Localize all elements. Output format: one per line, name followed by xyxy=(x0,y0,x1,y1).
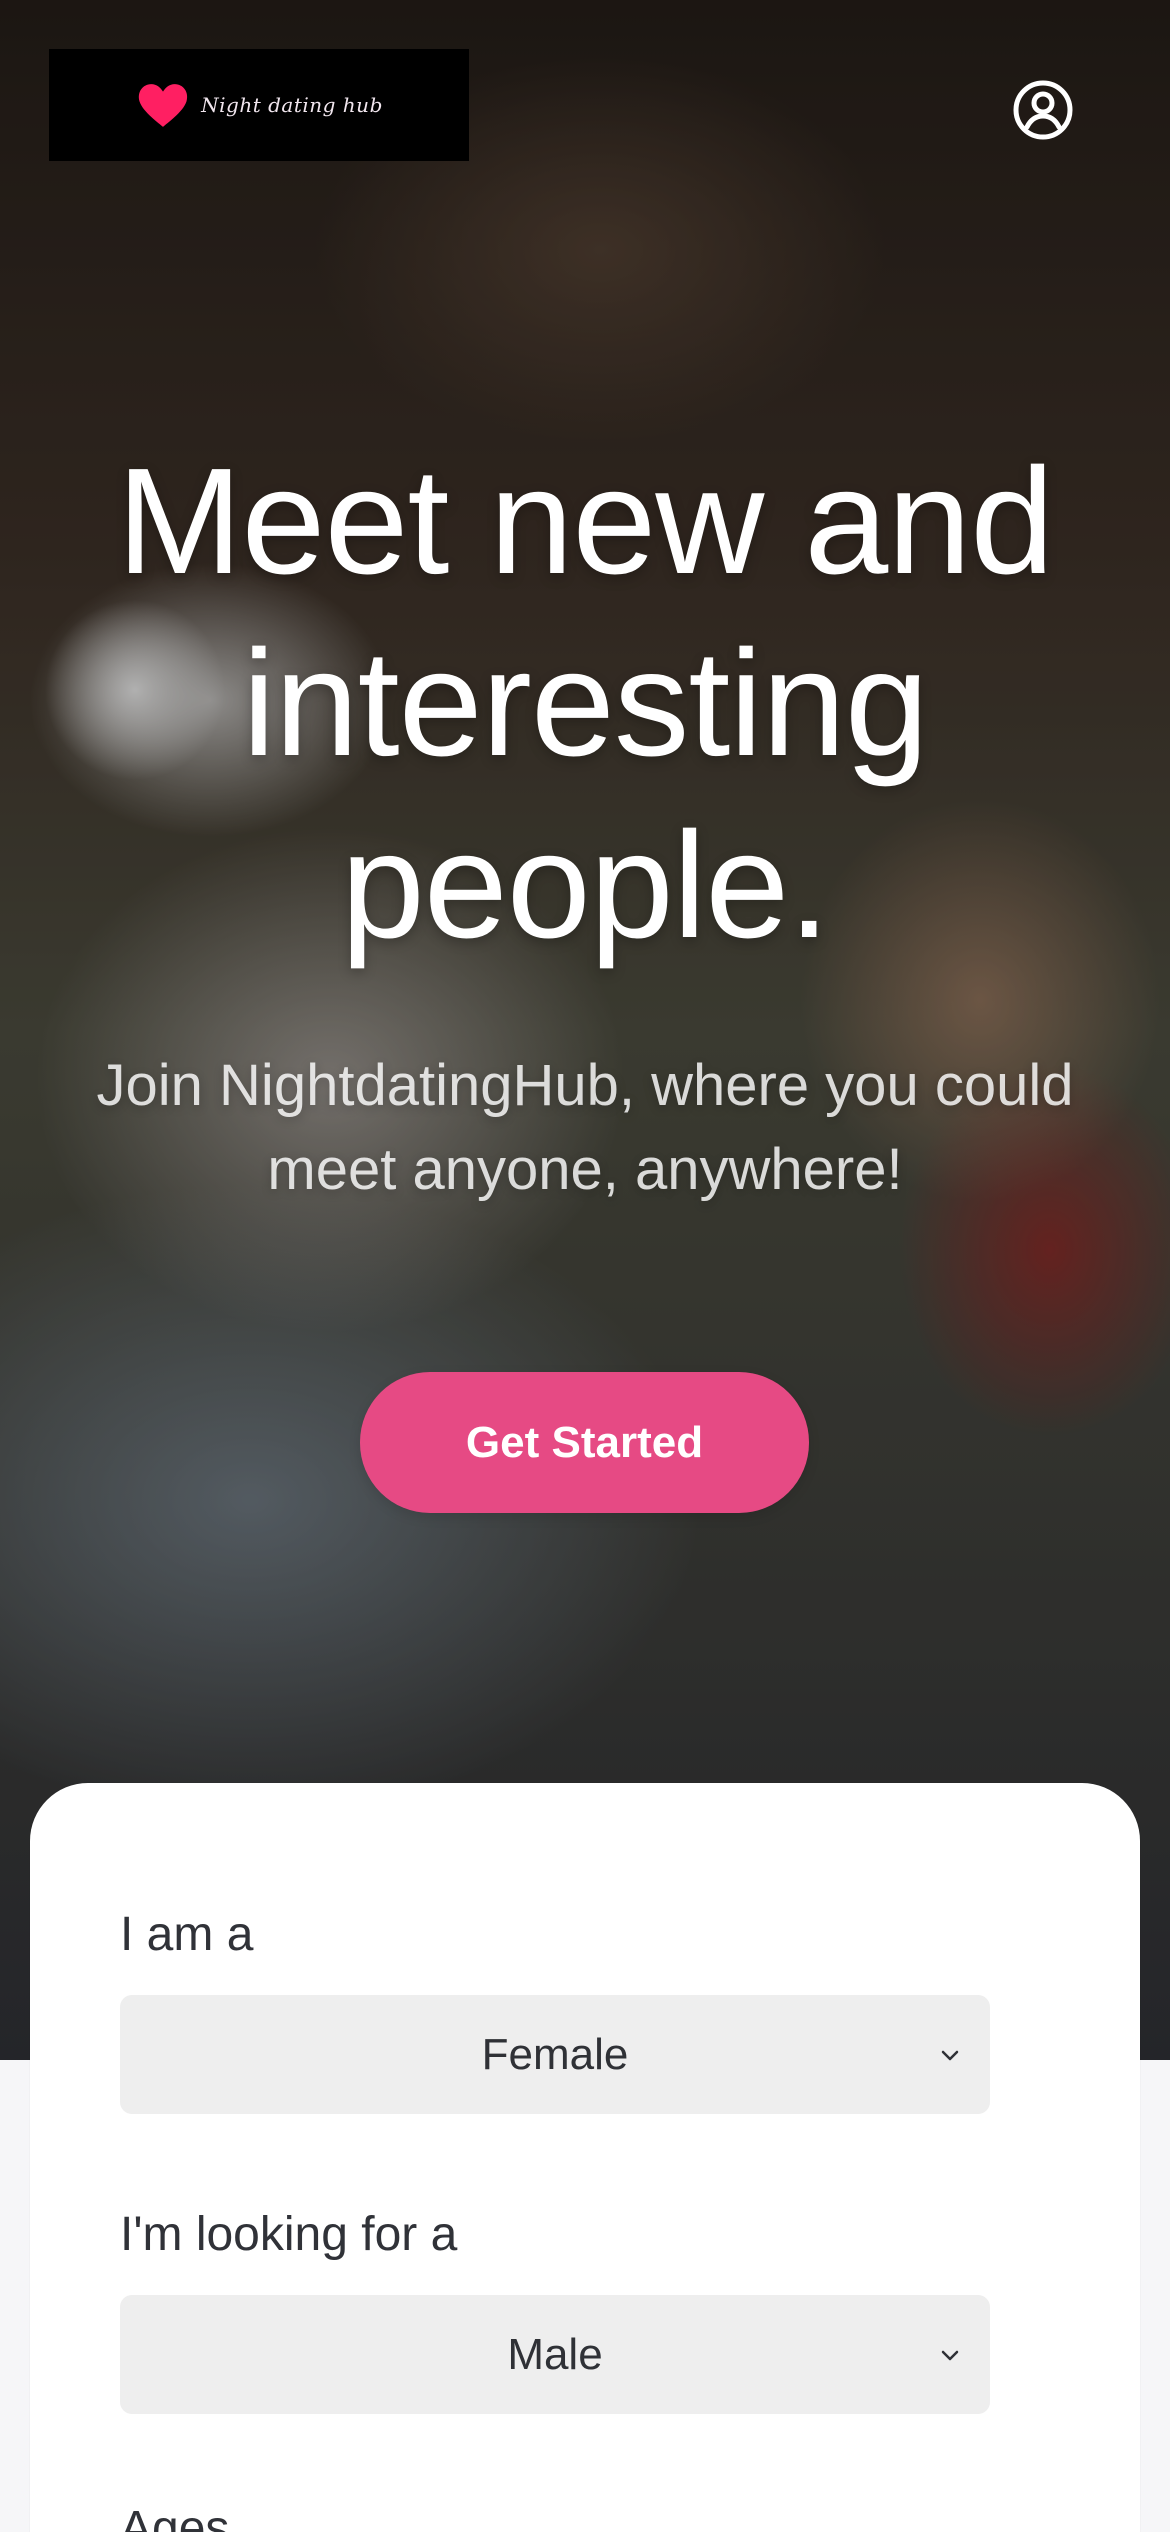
get-started-button[interactable]: Get Started xyxy=(360,1372,809,1513)
match-form-card xyxy=(30,1783,1140,2532)
i-am-label: I am a xyxy=(120,1908,254,1961)
looking-for-label: I'm looking for a xyxy=(120,2208,458,2261)
chevron-down-icon xyxy=(941,2350,959,2361)
heart-icon xyxy=(138,84,188,127)
i-am-selected-value: Female xyxy=(481,2030,629,2079)
hero-title: Meet new and interesting people. xyxy=(116,436,1055,969)
account-circle-icon xyxy=(1013,80,1073,140)
top-bar: Night dating hub xyxy=(0,0,1170,180)
looking-for-select[interactable]: Male xyxy=(120,2295,990,2414)
brand-logo[interactable]: Night dating hub xyxy=(49,49,469,161)
landing-page: Night dating hub Meet new and interestin… xyxy=(0,0,1170,2532)
brand-name: Night dating hub xyxy=(201,93,383,117)
profile-button[interactable] xyxy=(1011,78,1075,142)
hero-content: Meet new and interesting people. Join Ni… xyxy=(0,430,1170,1212)
chevron-down-icon xyxy=(941,2050,959,2061)
hero-section: Night dating hub Meet new and interestin… xyxy=(0,0,1170,2060)
i-am-select[interactable]: Female xyxy=(120,1995,990,2114)
ages-label: Ages xyxy=(120,2502,230,2532)
hero-subtitle: Join NightdatingHub, where you could mee… xyxy=(96,1053,1074,1202)
looking-for-selected-value: Male xyxy=(507,2330,603,2379)
